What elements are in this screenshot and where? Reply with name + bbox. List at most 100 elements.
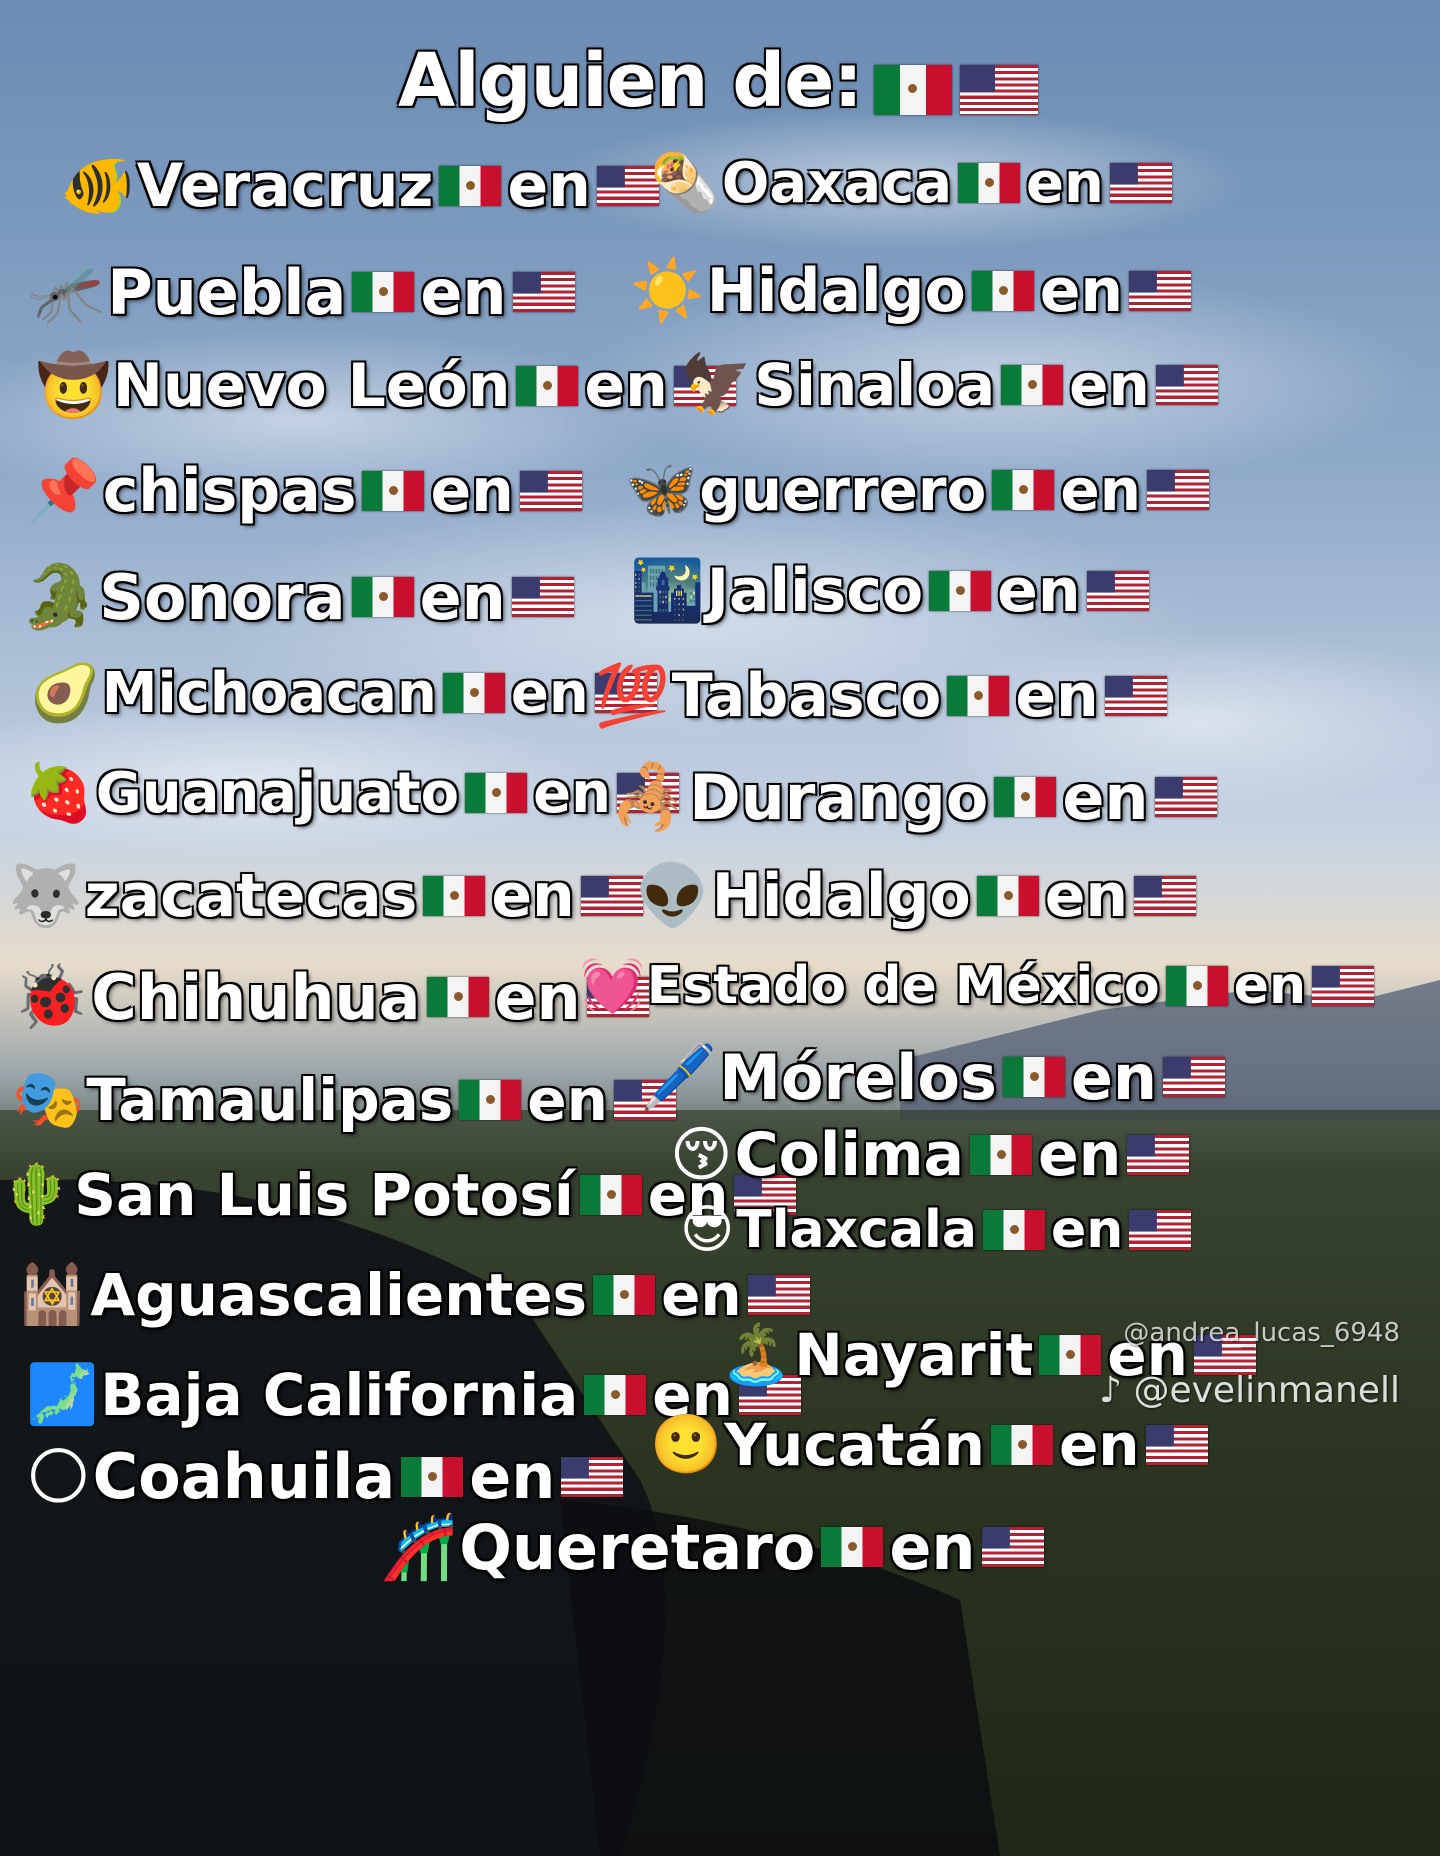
state-name: Mórelos [719,1040,997,1114]
connector-word: en [494,960,581,1034]
state-name: Nuevo León [112,350,511,421]
connector-word: en [419,560,506,634]
usa-flag-icon [747,1274,810,1315]
state-name: Michoacan [101,660,437,726]
mexico-flag-icon [362,470,425,511]
state-entry: 🍓 Guanajuato en [24,760,685,826]
state-entry: 🎭 Tamaulipas en [12,1065,682,1134]
usa-flag-icon [1312,965,1375,1006]
state-entry: 😚 Colima en [670,1120,1195,1190]
mexico-flag-icon [426,977,489,1017]
mexico-flag-icon [947,675,1010,716]
mexico-flag-icon [401,1456,464,1497]
state-name: Tamaulipas [86,1065,454,1134]
state-entry: ☀️ Hidalgo en [630,255,1197,326]
usa-flag-icon [511,577,574,617]
watermark-handle: @evelinmanell [1133,1370,1400,1411]
state-entry: 🤠 Nuevo León en [36,350,742,421]
state-name: Nayarit [794,1320,1034,1389]
state-emoji-icon: 🐠 [60,151,135,221]
mexico-flag-icon [352,272,415,312]
connector-word: en [510,660,589,726]
usa-flag-icon [1086,570,1149,611]
state-entry: 👽 Hidalgo en [635,860,1202,931]
state-emoji-icon: 🐺 [8,861,83,931]
connector-word: en [527,1065,608,1134]
state-entry: 📌 chispas en [26,455,588,526]
state-emoji-icon: 🦋 [625,455,698,523]
state-emoji-icon: 🐞 [12,960,90,1033]
state-emoji-icon: 📌 [26,456,101,526]
state-name: Aguascalientes [90,1260,588,1329]
mexico-flag-icon [1002,1057,1065,1097]
text-overlay: Alguien de: 🐠 Veracruz en 🦟 Puebla en 🤠 Nuevo L… [0,0,1440,1856]
state-name: Colima [734,1120,964,1190]
connector-word: en [507,150,591,221]
state-entry: 💯 Tabasco en [595,660,1173,731]
mexico-flag-icon [990,1424,1053,1465]
state-entry: 🐊 Sonora en [20,560,580,634]
usa-flag-icon [512,272,575,312]
usa-flag-icon [1154,777,1217,817]
state-emoji-icon: 🎢 [380,1510,458,1583]
mexico-flag-icon [1165,965,1228,1006]
state-emoji-icon: 🏝️ [720,1320,793,1388]
connector-word: en [1015,660,1099,731]
usa-flag-icon [519,470,582,511]
usa-flag-icon [1155,364,1218,405]
state-name: Estado de México [646,955,1160,1016]
state-entry: 🐺 zacatecas en [8,860,649,931]
state-emoji-icon: 🙂 [650,1410,723,1478]
state-emoji-icon: 🦂 [610,760,688,833]
state-name: Chihuhua [91,960,421,1034]
state-name: chispas [102,455,357,526]
state-entry: 🎢 Queretaro en [380,1510,1050,1584]
mexico-flag-icon [994,777,1057,817]
usa-flag-icon [1145,1424,1208,1465]
connector-word: en [997,555,1081,626]
state-name: San Luis Potosí [74,1160,574,1229]
state-emoji-icon: 🍓 [24,761,94,826]
state-name: Tlaxcala [736,1200,977,1260]
state-emoji-icon: 🌯 [650,151,720,216]
tiktok-icon: ♪ [1099,1370,1123,1411]
connector-word: en [491,860,575,931]
connector-word: en [1062,760,1149,834]
usa-flag-icon [1104,675,1167,716]
state-entry: 🥑 Michoacan en [30,660,663,726]
connector-word: en [889,1510,976,1584]
watermark: ♪ @evelinmanell [1099,1370,1400,1411]
watermark-secondary: @andrea_lucas_6948 [1123,1318,1400,1348]
usa-flag-icon [960,64,1039,115]
connector-word: en [420,255,507,329]
mexico-flag-icon [516,365,579,406]
title-flags [870,42,1042,128]
connector-word: en [533,760,611,826]
state-entry: 🌕 Coahuila en [26,1440,629,1513]
state-emoji-icon: 😎 [680,1200,735,1260]
mexico-flag-icon [593,1274,656,1315]
mexico-flag-icon [423,875,486,916]
page-title: Alguien de: [0,38,1440,128]
state-emoji-icon: 🤠 [36,351,111,421]
connector-word: en [584,350,668,421]
state-name: Veracruz [136,150,434,221]
state-name: Hidalgo [706,255,966,326]
mexico-flag-icon [584,1374,647,1415]
connector-word: en [661,1260,742,1329]
state-entry: 🐞 Chihuhua en [12,960,655,1034]
state-entry: 🦂 Durango en [610,760,1223,834]
state-name: Durango [689,760,989,834]
mexico-flag-icon [465,773,528,813]
state-name: Puebla [107,255,347,329]
state-name: Tabasco [671,660,942,731]
state-name: Sinaloa [754,350,996,419]
usa-flag-icon [1129,1210,1192,1250]
usa-flag-icon [580,875,643,916]
mexico-flag-icon [874,64,953,115]
usa-flag-icon [1109,163,1172,203]
state-entry: 💓 Estado de México en [580,955,1380,1016]
mexico-flag-icon [982,1210,1045,1250]
state-emoji-icon: 🌕 [26,1440,91,1513]
state-entry: 🦋 guerrero en [625,455,1215,524]
